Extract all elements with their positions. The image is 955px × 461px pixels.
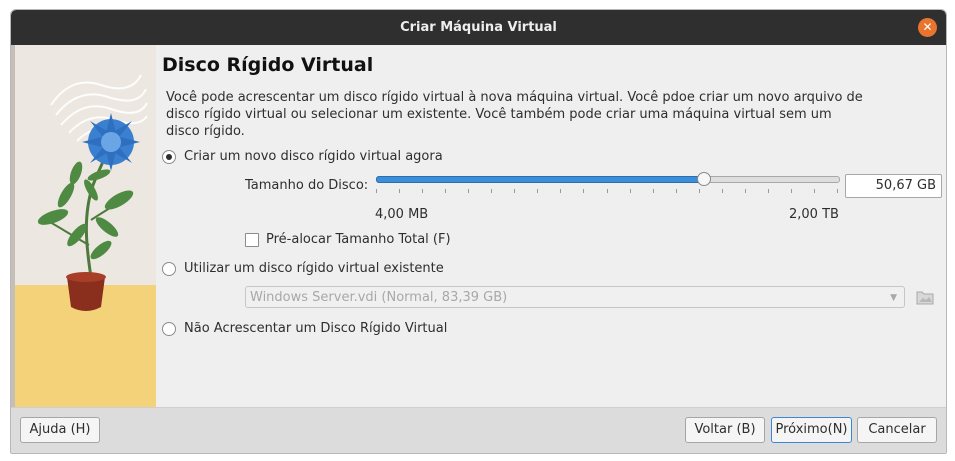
slider-tick (607, 189, 608, 193)
choose-disk-file-button[interactable] (915, 288, 935, 306)
help-button[interactable]: Ajuda (H) (20, 417, 100, 443)
close-button[interactable]: ✕ (918, 18, 937, 37)
create-new-disk-label: Criar um novo disco rígido virtual agora (184, 149, 443, 164)
create-vm-dialog: Criar Máquina Virtual ✕ Disco Rígido Vir… (10, 9, 947, 454)
slider-handle[interactable] (697, 172, 711, 186)
disk-size-slider[interactable] (376, 172, 840, 202)
page-heading: Disco Rígido Virtual (162, 54, 374, 76)
pot (66, 272, 106, 311)
create-new-disk-option[interactable]: Criar um novo disco rígido virtual agora (162, 149, 443, 164)
disk-size-label: Tamanho do Disco: (245, 178, 369, 193)
slider-tick (422, 189, 423, 193)
slider-fill (376, 176, 706, 183)
chevron-down-icon: ▼ (890, 293, 897, 303)
slider-tick (445, 189, 446, 193)
back-button[interactable]: Voltar (B) (685, 417, 765, 443)
flower (82, 113, 140, 171)
slider-tick (768, 189, 769, 193)
button-bar: Ajuda (H) Voltar (B) Próximo(N) Cancelar (11, 407, 946, 453)
slider-tick (653, 189, 654, 193)
slider-tick (676, 189, 677, 193)
next-button[interactable]: Próximo(N) (771, 417, 852, 443)
slider-tick (514, 189, 515, 193)
slider-tick (837, 189, 838, 193)
slider-tick (630, 189, 631, 193)
use-existing-disk-label: Utilizar um disco rígido virtual existen… (184, 261, 444, 276)
create-new-disk-radio[interactable] (162, 149, 176, 164)
slider-tick (791, 189, 792, 193)
slider-tick (583, 189, 584, 193)
slider-tick (537, 189, 538, 193)
cancel-button[interactable]: Cancelar (857, 417, 937, 443)
title-bar: Criar Máquina Virtual ✕ (11, 10, 946, 45)
slider-tick (722, 189, 723, 193)
preallocate-checkbox[interactable] (245, 232, 259, 247)
preallocate-option[interactable]: Pré-alocar Tamanho Total (F) (245, 232, 451, 247)
existing-disk-select[interactable]: Windows Server.vdi (Normal, 83,39 GB) ▼ (245, 286, 905, 308)
window-title: Criar Máquina Virtual (400, 20, 557, 35)
no-disk-radio[interactable] (162, 321, 176, 336)
flower-pot-illustration (11, 45, 156, 407)
slider-tick (491, 189, 492, 193)
slider-tick (399, 189, 400, 193)
slider-tick (468, 189, 469, 193)
slider-tick (699, 189, 700, 193)
wizard-illustration (11, 45, 156, 407)
use-existing-disk-option[interactable]: Utilizar um disco rígido virtual existen… (162, 261, 444, 276)
page-description: Você pode acrescentar um disco rígido vi… (166, 90, 863, 139)
disk-size-min-label: 4,00 MB (375, 207, 429, 222)
no-disk-option[interactable]: Não Acrescentar um Disco Rígido Virtual (162, 321, 447, 336)
preallocate-label: Pré-alocar Tamanho Total (F) (266, 232, 451, 247)
existing-disk-value: Windows Server.vdi (Normal, 83,39 GB) (250, 290, 508, 305)
disk-size-input[interactable]: 50,67 GB (845, 174, 942, 198)
slider-tick (745, 189, 746, 193)
slider-tick (814, 189, 815, 193)
folder-icon (916, 291, 934, 305)
no-disk-label: Não Acrescentar um Disco Rígido Virtual (184, 321, 448, 336)
slider-tick (376, 189, 377, 193)
use-existing-disk-radio[interactable] (162, 261, 176, 276)
disk-size-max-label: 2,00 TB (789, 207, 839, 222)
slider-tick (560, 189, 561, 193)
